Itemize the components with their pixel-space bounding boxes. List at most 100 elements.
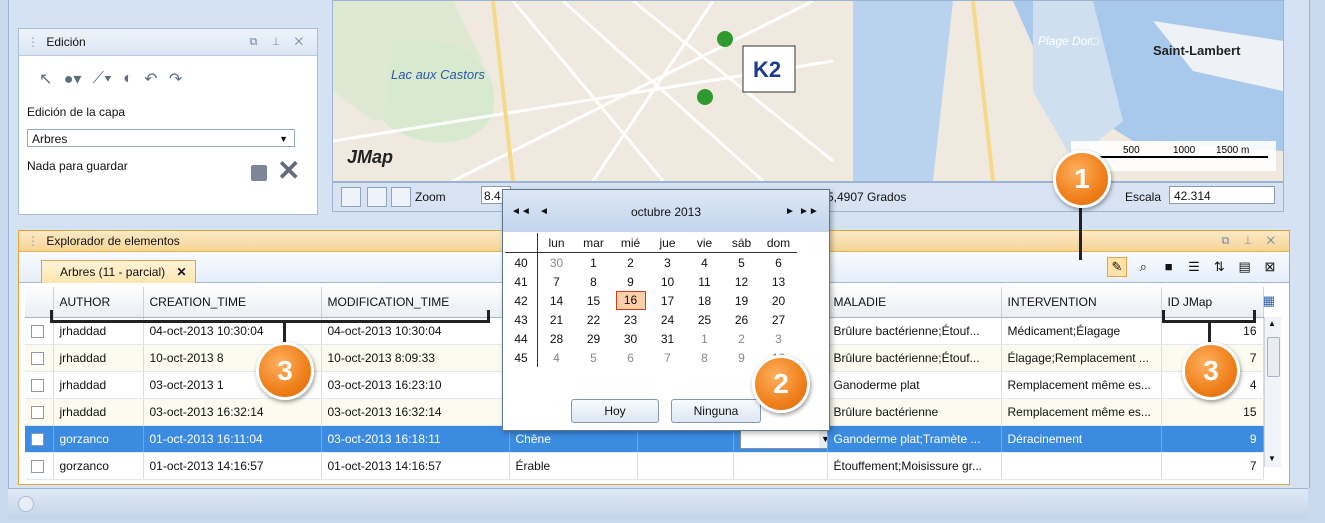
- point-tool-icon[interactable]: ●▾: [64, 69, 82, 89]
- day-cell[interactable]: 21: [538, 310, 576, 329]
- prev-month-button[interactable]: ◄: [539, 206, 549, 217]
- day-cell[interactable]: 3: [760, 329, 797, 348]
- day-cell[interactable]: 10: [649, 272, 686, 291]
- day-cell[interactable]: 2: [612, 253, 649, 273]
- row-checkbox[interactable]: [25, 452, 54, 480]
- day-cell[interactable]: 12: [723, 272, 760, 291]
- cell-dropdown[interactable]: ▼: [739, 429, 826, 449]
- cell[interactable]: 9: [1161, 425, 1264, 453]
- cell[interactable]: Élagage;Remplacement ...: [1001, 344, 1162, 372]
- cell[interactable]: Déracinement: [1001, 425, 1162, 453]
- cell[interactable]: 01-oct-2013 16:11:04: [143, 425, 322, 453]
- day-cell[interactable]: 11: [686, 272, 723, 291]
- next-year-button[interactable]: ►►: [799, 206, 819, 217]
- day-cell[interactable]: 8: [575, 272, 612, 291]
- day-cell[interactable]: 18: [686, 291, 723, 310]
- vertical-scrollbar[interactable]: ▲ ▼: [1264, 317, 1281, 467]
- row-checkbox[interactable]: [25, 344, 54, 372]
- cell[interactable]: Brûlure bactérienne: [827, 398, 1002, 426]
- map-view[interactable]: K2 Lac aux Castors Plage Dor□ Saint-Lamb…: [332, 0, 1284, 182]
- column-header[interactable]: AUTHOR: [53, 287, 144, 318]
- day-cell-today[interactable]: 16: [612, 291, 649, 310]
- row-checkbox[interactable]: [25, 425, 54, 453]
- day-cell[interactable]: 9: [723, 348, 760, 367]
- cancel-icon[interactable]: ✕: [277, 157, 300, 185]
- day-cell[interactable]: 1: [686, 329, 723, 348]
- scale-input[interactable]: 42.314: [1169, 186, 1275, 204]
- scroll-thumb[interactable]: [1267, 337, 1280, 377]
- tab-arbres[interactable]: Arbres (11 - parcial) ✕: [41, 260, 196, 283]
- cell[interactable]: jrhaddad: [53, 371, 144, 399]
- cell[interactable]: Brûlure bactérienne;Étouf...: [827, 317, 1002, 345]
- excel-icon[interactable]: ⊠: [1261, 258, 1279, 276]
- day-cell[interactable]: 30: [538, 253, 576, 273]
- day-cell[interactable]: 24: [649, 310, 686, 329]
- day-cell[interactable]: 5: [575, 348, 612, 367]
- scroll-up-icon[interactable]: ▲: [1268, 319, 1276, 328]
- cell[interactable]: Ganoderme plat: [827, 371, 1002, 399]
- cell[interactable]: 01-oct-2013 14:16:57: [143, 452, 322, 480]
- row-checkbox[interactable]: [25, 371, 54, 399]
- day-cell[interactable]: 5: [723, 253, 760, 273]
- cell[interactable]: Remplacement même es...: [1001, 371, 1162, 399]
- cell[interactable]: [637, 452, 734, 480]
- day-cell[interactable]: 30: [612, 329, 649, 348]
- column-header[interactable]: MODIFICATION_TIME: [321, 287, 510, 318]
- cell[interactable]: [733, 452, 828, 480]
- cell[interactable]: Ganoderme plat;Tramète ...: [827, 425, 1002, 453]
- cell[interactable]: 03-oct-2013 16:32:14: [143, 398, 322, 426]
- save-icon[interactable]: [251, 165, 267, 181]
- cell[interactable]: Médicament;Élagage: [1001, 317, 1162, 345]
- line-tool-icon[interactable]: ⟋▾: [93, 70, 112, 88]
- select-arrow-icon[interactable]: ↖: [39, 69, 52, 89]
- cell[interactable]: 03-oct-2013 16:18:11: [321, 425, 510, 453]
- cell[interactable]: [1001, 452, 1162, 480]
- cell[interactable]: 01-oct-2013 14:16:57: [321, 452, 510, 480]
- day-cell[interactable]: 3: [649, 253, 686, 273]
- cell[interactable]: jrhaddad: [53, 344, 144, 372]
- cell[interactable]: 15: [1161, 398, 1264, 426]
- cell[interactable]: gorzanco: [53, 452, 144, 480]
- polygon-tool-icon[interactable]: ◐: [123, 70, 133, 88]
- overview-icon[interactable]: [341, 187, 361, 207]
- table-icon[interactable]: ▤: [1236, 258, 1254, 276]
- cell[interactable]: jrhaddad: [53, 398, 144, 426]
- day-cell[interactable]: 23: [612, 310, 649, 329]
- day-cell[interactable]: 14: [538, 291, 576, 310]
- day-cell[interactable]: 15: [575, 291, 612, 310]
- layer-select[interactable]: Arbres ▼: [27, 129, 295, 147]
- cell[interactable]: gorzanco: [53, 425, 144, 453]
- undo-icon[interactable]: ↶: [144, 69, 157, 89]
- day-cell[interactable]: 9: [612, 272, 649, 291]
- day-cell[interactable]: 6: [760, 253, 797, 273]
- row-checkbox[interactable]: [25, 317, 54, 345]
- cell[interactable]: 03-oct-2013 16:23:10: [321, 371, 510, 399]
- table-row[interactable]: gorzanco 01-oct-2013 14:16:57 01-oct-201…: [25, 452, 1264, 480]
- next-month-button[interactable]: ►: [785, 206, 795, 217]
- cell[interactable]: Érable: [509, 452, 638, 480]
- panel-window-buttons[interactable]: ⧉ ⊥ ✕: [1222, 231, 1281, 251]
- close-icon[interactable]: ✕: [176, 265, 186, 279]
- cell[interactable]: 03-oct-2013 16:32:14: [321, 398, 510, 426]
- pencil-icon[interactable]: ✎: [1106, 257, 1127, 277]
- cell[interactable]: Remplacement même es...: [1001, 398, 1162, 426]
- day-cell[interactable]: 6: [612, 348, 649, 367]
- day-cell[interactable]: 22: [575, 310, 612, 329]
- sort-icon[interactable]: ⇅: [1210, 258, 1228, 276]
- day-cell[interactable]: 28: [538, 329, 576, 348]
- list-icon[interactable]: ☰: [1185, 258, 1203, 276]
- day-cell[interactable]: 7: [538, 272, 576, 291]
- column-header[interactable]: INTERVENTION: [1001, 287, 1162, 318]
- day-cell[interactable]: 26: [723, 310, 760, 329]
- column-header[interactable]: CREATION_TIME: [143, 287, 322, 318]
- day-cell[interactable]: 17: [649, 291, 686, 310]
- day-cell[interactable]: 4: [686, 253, 723, 273]
- day-cell[interactable]: 27: [760, 310, 797, 329]
- layers-icon[interactable]: [367, 187, 387, 207]
- day-cell[interactable]: 1: [575, 253, 612, 273]
- prev-year-button[interactable]: ◄◄: [511, 206, 531, 217]
- magnifier-icon[interactable]: ⌕: [1134, 258, 1152, 276]
- row-checkbox[interactable]: [25, 398, 54, 426]
- cell[interactable]: Brûlure bactérienne;Étouf...: [827, 344, 1002, 372]
- cell[interactable]: Étouffement;Moisissure gr...: [827, 452, 1002, 480]
